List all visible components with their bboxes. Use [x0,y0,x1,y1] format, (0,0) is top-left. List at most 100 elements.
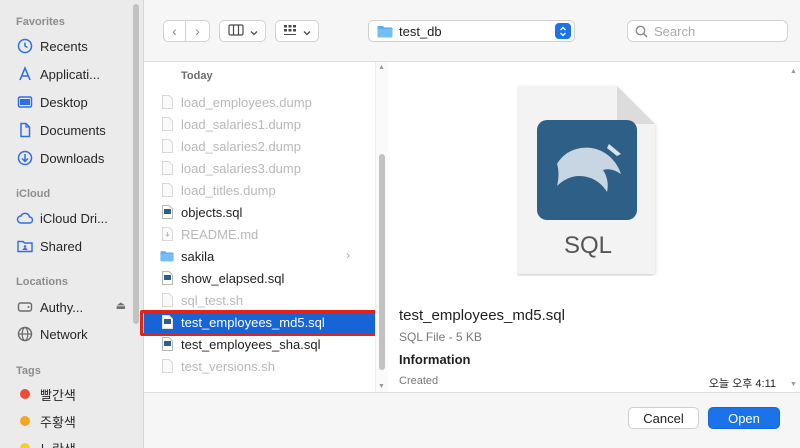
sidebar-item-label: Recents [40,38,88,54]
generic-file-icon [160,160,174,176]
generic-file-icon [160,292,174,308]
sidebar-item-authy[interactable]: Authy... ⏏ [16,295,134,319]
generic-file-icon [160,358,174,374]
sql-file-icon [160,204,174,220]
sidebar-section-tags: Tags [16,365,41,377]
sidebar-item-label: 주황색 [40,414,76,430]
scroll-down-arrow-icon[interactable]: ▼ [790,381,797,388]
file-row-selected[interactable]: test_employees_md5.sql [144,311,380,333]
sql-file-icon [160,336,174,352]
columns-view-icon [227,23,244,39]
file-name: objects.sql [181,204,243,220]
preview-icon-label: SQL [563,232,613,259]
file-row: sql_test.sh [144,289,380,311]
eject-icon[interactable]: ⏏ [116,299,126,312]
sidebar-section-locations: Locations [16,276,68,288]
sidebar: Favorites Recents Applicati... Desktop D… [0,0,144,448]
scroll-down-arrow-icon[interactable]: ▼ [378,383,385,390]
forward-button[interactable]: › [186,20,210,42]
search-field[interactable] [627,20,788,42]
folder-icon [160,248,174,264]
file-name: test_versions.sh [181,358,275,374]
file-name: load_salaries3.dump [181,160,301,176]
generic-file-icon [160,116,174,132]
group-by-button[interactable] [275,20,319,42]
cancel-button[interactable]: Cancel [628,407,699,429]
file-row[interactable]: show_elapsed.sql [144,267,380,289]
file-name: sql_test.sh [181,292,244,308]
tag-color-dot [20,443,30,448]
preview-file-name: test_employees_md5.sql [399,307,565,324]
preview-scrollbar[interactable]: ▲ ▼ [790,68,798,388]
sidebar-item-label: Shared [40,238,82,254]
chevron-down-icon [250,23,258,39]
sidebar-item-recents[interactable]: Recents [16,34,134,58]
tag-color-dot [20,416,30,426]
sidebar-item-tag-red[interactable]: 빨간색 [16,382,134,406]
clock-icon [16,37,34,55]
tag-color-dot [20,389,30,399]
sidebar-item-desktop[interactable]: Desktop [16,90,134,114]
file-name: README.md [181,226,259,242]
file-row[interactable]: test_employees_sha.sql [144,333,380,355]
sidebar-item-icloud-drive[interactable]: iCloud Dri... [16,206,134,230]
location-label: test_db [399,23,442,39]
file-row: load_titles.dump [144,179,380,201]
sql-file-icon [160,270,174,286]
file-name: sakila [181,248,215,264]
preview-created-value: 오늘 오후 4:11 [708,378,776,390]
disk-icon [16,298,34,316]
file-row[interactable]: objects.sql [144,201,380,223]
desktop-icon [16,93,34,111]
toolbar: ‹ › test_db [144,0,800,62]
sidebar-item-tag-orange[interactable]: 주황색 [16,409,134,433]
file-name: load_titles.dump [181,182,276,198]
sidebar-item-label: Network [40,326,88,342]
sidebar-item-label: iCloud Dri... [40,210,108,226]
group-header-today: Today [181,70,213,82]
file-name: load_employees.dump [181,94,312,110]
sidebar-item-network[interactable]: Network [16,322,134,346]
generic-file-icon [160,94,174,110]
preview-info-heading: Information [399,352,471,367]
scroll-up-arrow-icon[interactable]: ▲ [378,64,385,71]
file-row: load_salaries2.dump [144,135,380,157]
sidebar-section-icloud: iCloud [16,188,51,200]
chevron-right-icon: › [346,250,350,262]
file-list-scrollbar[interactable]: ▲ ▼ [375,62,388,392]
file-row: README.md [144,223,380,245]
grid-icon [283,23,297,39]
folder-icon [377,25,393,38]
scroll-up-arrow-icon[interactable]: ▲ [790,68,797,75]
file-name: test_employees_md5.sql [181,314,325,330]
location-popup[interactable]: test_db [368,20,575,42]
chevron-down-icon [303,23,311,39]
file-row: load_salaries1.dump [144,113,380,135]
sql-document-icon: SQL [517,84,659,279]
sidebar-item-tag-yellow[interactable]: 노란색 [16,436,134,448]
up-down-chevron-icon [555,23,571,39]
file-name: test_employees_sha.sql [181,336,321,352]
sidebar-item-applications[interactable]: Applicati... [16,62,134,86]
file-name: load_salaries1.dump [181,116,301,132]
view-mode-button[interactable] [219,20,266,42]
generic-file-icon [160,182,174,198]
back-button[interactable]: ‹ [163,20,186,42]
sidebar-item-label: 노란색 [40,439,76,448]
dialog-button-bar: Cancel Open [144,392,800,448]
markdown-file-icon [160,226,174,242]
sidebar-item-documents[interactable]: Documents [16,118,134,142]
sidebar-section-favorites: Favorites [16,16,65,28]
applications-icon [16,65,34,83]
preview-created-label: Created [399,375,439,387]
shared-folder-icon [16,237,34,255]
sidebar-item-downloads[interactable]: Downloads [16,146,134,170]
open-button[interactable]: Open [708,407,780,429]
sidebar-item-label: 빨간색 [40,387,76,403]
search-input[interactable] [654,23,774,39]
folder-row[interactable]: sakila › [144,245,380,267]
scrollbar-thumb[interactable] [379,154,385,370]
sidebar-item-shared[interactable]: Shared [16,234,134,258]
sidebar-item-label: Desktop [40,94,88,110]
globe-icon [16,325,34,343]
